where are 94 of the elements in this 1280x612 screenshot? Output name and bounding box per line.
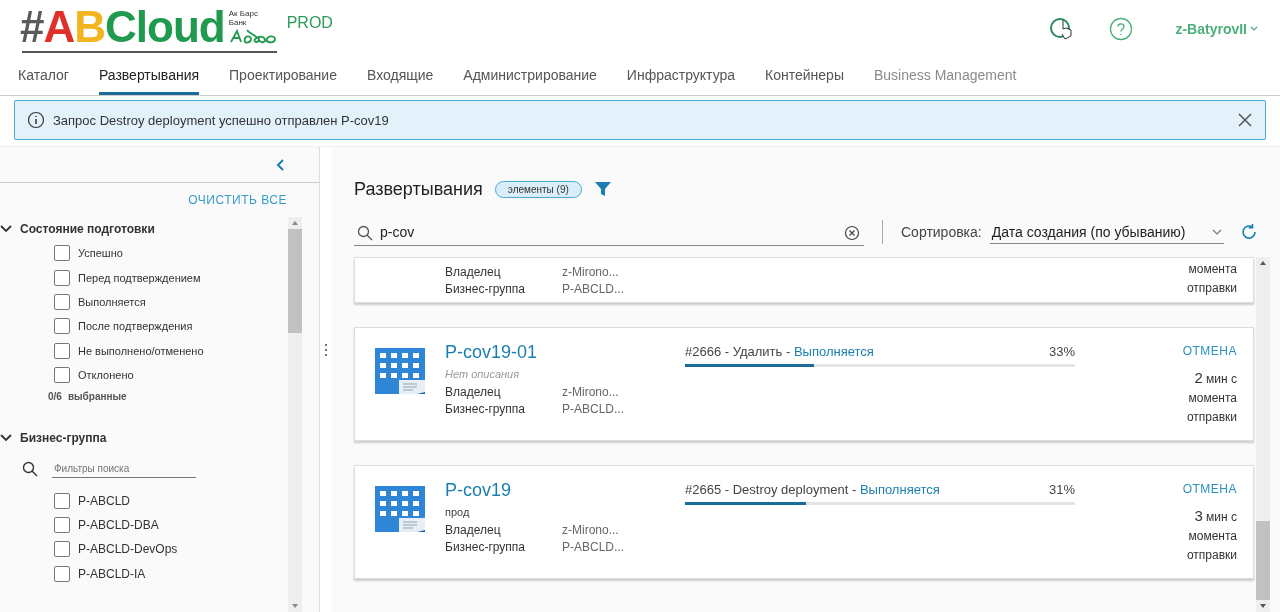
deployment-description: Нет описания (445, 367, 521, 382)
page-title: Развертывания (354, 178, 483, 200)
filter-search-field[interactable]: Фильтры поиска (52, 460, 196, 479)
nav-tab[interactable]: Контейнеры (765, 58, 844, 95)
checkbox[interactable] (54, 367, 70, 384)
deployment-name-link[interactable]: P-cov19 (445, 478, 685, 502)
search-icon (22, 461, 38, 478)
owner-label: Владелец (445, 384, 502, 401)
checkbox-label: Перед подтверждением (78, 271, 201, 284)
cancel-link[interactable]: ОТМЕНА (1182, 482, 1237, 496)
info-icon (27, 111, 45, 129)
checkbox[interactable] (54, 541, 70, 558)
checkbox[interactable] (54, 245, 70, 262)
collapse-chevron-icon[interactable] (275, 157, 285, 172)
owner-label: Владелец (445, 522, 502, 539)
checkbox[interactable] (54, 293, 70, 310)
sort-dropdown[interactable]: Дата создания (по убыванию) (989, 220, 1224, 244)
checkbox-label: После подтверждения (78, 320, 193, 333)
owner-value: z-Mirono... (562, 264, 619, 281)
checkbox[interactable] (54, 565, 70, 582)
scrollbar-thumb[interactable] (1256, 520, 1270, 600)
sort-label: Сортировка: (901, 224, 982, 240)
nav-tab[interactable]: Каталог (18, 58, 69, 95)
selected-count-label: выбранные (67, 391, 127, 403)
nav-tab[interactable]: Проектирование (229, 58, 337, 95)
alert-message: Запрос Destroy deployment успешно отправлен P-cov19 (53, 112, 390, 128)
scrollbar[interactable] (288, 217, 302, 612)
business-group-label: Бизнес-группа (445, 539, 526, 556)
nav-tab[interactable]: Инфраструктура (626, 58, 736, 95)
checkbox-label: Не выполнено/отменено (78, 344, 204, 357)
request-status: #2666 - Удалить - Выполняется (685, 343, 874, 361)
checkbox-label: P-ABCLD (78, 493, 130, 508)
scroll-up-icon[interactable] (1259, 260, 1267, 266)
business-group-value: P-ABCLD... (562, 401, 624, 418)
deployment-description: прод (445, 505, 471, 520)
scroll-down-icon[interactable] (1259, 603, 1267, 609)
progress-percent: 31% (1048, 481, 1075, 499)
checkbox[interactable] (54, 318, 70, 335)
checkbox-label: P-ABCLD-DevOps (78, 542, 178, 557)
drag-handle-icon[interactable] (324, 342, 328, 357)
filter-group-title: Состояние подготовки (20, 222, 155, 236)
checkbox[interactable] (54, 269, 70, 286)
scrollbar-thumb[interactable] (288, 229, 302, 333)
chevron-down-icon (1211, 228, 1222, 235)
scroll-up-icon[interactable] (291, 220, 299, 226)
squiggle-logo-icon (228, 27, 277, 45)
help-icon[interactable] (1109, 17, 1134, 41)
checkbox[interactable] (54, 342, 70, 359)
clear-search-icon[interactable] (844, 224, 860, 241)
selected-count: 0/6 (48, 391, 62, 403)
chevron-down-icon[interactable] (0, 434, 12, 443)
building-icon (373, 484, 427, 534)
business-group-label: Бизнес-группа (445, 401, 526, 418)
chevron-down-icon (1250, 26, 1258, 32)
deployment-card[interactable]: Владелец z-Mirono... Бизнес-группа P-ABCLD... момента отправки (354, 257, 1254, 303)
bank-name: Ак Барс Банк (228, 9, 259, 27)
business-group-value: P-ABCLD... (562, 281, 624, 298)
search-icon (357, 224, 373, 241)
submitted-time: момента отправки (1185, 261, 1237, 297)
deployment-name-link[interactable]: P-cov19-01 (445, 340, 685, 364)
business-group-value: P-ABCLD... (562, 539, 624, 556)
owner-value: z-Mirono... (562, 522, 619, 539)
checkbox-label: P-ABCLD-IA (78, 566, 146, 581)
checkbox-label: Успешно (78, 247, 123, 260)
deployment-card[interactable]: P-cov19 прод Владелец z-Mirono... Бизнес-группа P-ABCLD... #2665 - Destroy deployment - Выполняется 31% ОТМЕНА 3 мин с момента отправки (354, 465, 1254, 579)
chevron-down-icon[interactable] (0, 225, 12, 233)
building-icon (373, 346, 427, 396)
nav-tab[interactable]: Входящие (366, 58, 434, 95)
checkbox-label: P-ABCLD-DBA (78, 517, 159, 532)
filter-icon[interactable] (593, 181, 612, 197)
checkbox-label: Отклонено (78, 369, 134, 382)
owner-label: Владелец (445, 264, 502, 281)
cancel-link[interactable]: ОТМЕНА (1182, 344, 1237, 358)
deployment-card[interactable]: P-cov19-01 Нет описания Владелец z-Mirono... Бизнес-группа P-ABCLD... #2666 - Удалить - Выполняется 33% ОТМЕНА 2 мин с момента отправки (354, 327, 1254, 441)
scrollbar[interactable] (1256, 257, 1270, 612)
submitted-time: 2 мин с момента отправки (1185, 368, 1237, 426)
filter-group-title: Бизнес-группа (20, 431, 107, 446)
nav-tab[interactable]: Администрирование (463, 58, 597, 95)
business-group-label: Бизнес-группа (445, 281, 526, 298)
environment-label: PROD (286, 14, 333, 32)
search-field[interactable]: p-cov (354, 218, 864, 246)
scroll-down-icon[interactable] (291, 603, 299, 609)
nav-tab[interactable]: Развертывания (98, 58, 200, 95)
owner-value: z-Mirono... (562, 384, 619, 401)
refresh-icon[interactable] (1239, 223, 1258, 241)
logo-wordmark: #ABCloud (20, 5, 225, 49)
request-status: #2665 - Destroy deployment - Выполняется (685, 481, 940, 499)
submitted-time: 3 мин с момента отправки (1185, 506, 1237, 564)
checkbox[interactable] (54, 492, 70, 509)
items-count-badge: элементы (9) (494, 180, 582, 198)
progress-percent: 33% (1048, 343, 1075, 361)
close-icon[interactable] (1237, 112, 1253, 128)
checkbox[interactable] (54, 516, 70, 533)
checkbox-label: Выполняется (78, 295, 146, 308)
